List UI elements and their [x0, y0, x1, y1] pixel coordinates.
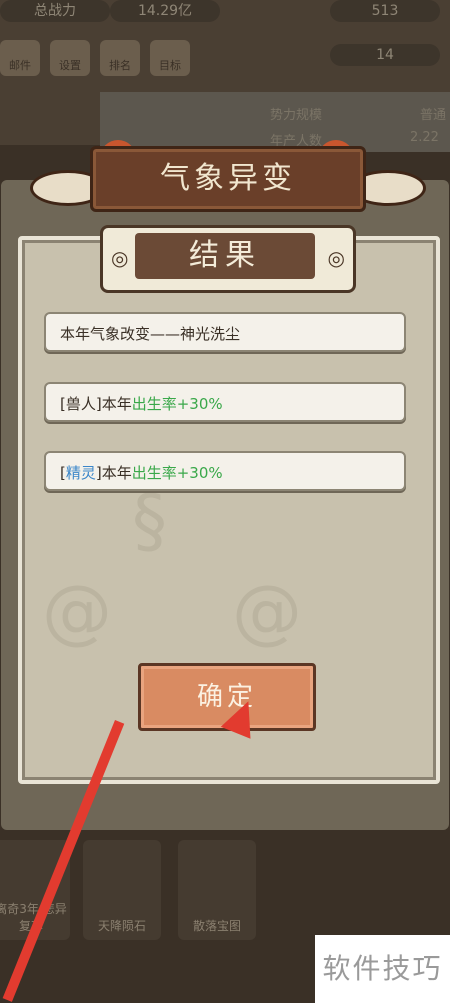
- yearly-value: 2.22: [410, 130, 439, 145]
- goal-button[interactable]: 目标: [150, 40, 190, 76]
- event-card-3[interactable]: 散落宝图: [178, 840, 256, 940]
- result-text: ]本年: [95, 395, 132, 413]
- total-power-label: 总战力: [0, 0, 110, 22]
- rank-button[interactable]: 排名: [100, 40, 140, 76]
- result-highlight: 出生率+30%: [131, 464, 223, 482]
- scale-label: 势力规模: [270, 108, 323, 123]
- spiral-left-icon: ◎: [111, 246, 129, 270]
- result-row-1: 本年气象改变——神光洗尘: [44, 312, 406, 352]
- result-row-3: [精灵]本年出生率+30%: [44, 451, 406, 491]
- subtitle: 结果: [135, 233, 315, 279]
- mail-button[interactable]: 邮件: [0, 40, 40, 76]
- resource-a-value: 513: [330, 0, 440, 22]
- watermark: 软件技巧: [315, 935, 450, 1003]
- event-card-2[interactable]: 天降陨石: [83, 840, 161, 940]
- event-card-2-label: 天降陨石: [97, 919, 146, 933]
- settings-button[interactable]: 设置: [50, 40, 90, 76]
- event-card-3-label: 散落宝图: [192, 919, 241, 933]
- result-row-2: [兽人]本年出生率+30%: [44, 382, 406, 422]
- result-text: 本年气象改变——神光洗尘: [60, 325, 241, 343]
- subtitle-plate: ◎ 结果 ◎: [100, 225, 356, 293]
- total-power-value: 14.29亿: [110, 0, 220, 22]
- resource-b-value: 14: [330, 44, 440, 66]
- decor-swirl-icon: @: [42, 570, 112, 652]
- popup-title-plate: 气象异变: [90, 146, 366, 212]
- scale-value: 普通: [420, 108, 447, 123]
- spiral-right-icon: ◎: [327, 246, 345, 270]
- background-stats-panel: 势力规模 年产人数 普通 2.22: [100, 92, 450, 152]
- result-text: ]本年: [95, 464, 132, 482]
- race-tag: 精灵: [65, 464, 96, 482]
- decor-swirl-icon: @: [232, 570, 302, 652]
- popup-title: 气象异变: [160, 161, 296, 196]
- result-highlight: 出生率+30%: [131, 395, 223, 413]
- race-tag: 兽人: [65, 395, 96, 413]
